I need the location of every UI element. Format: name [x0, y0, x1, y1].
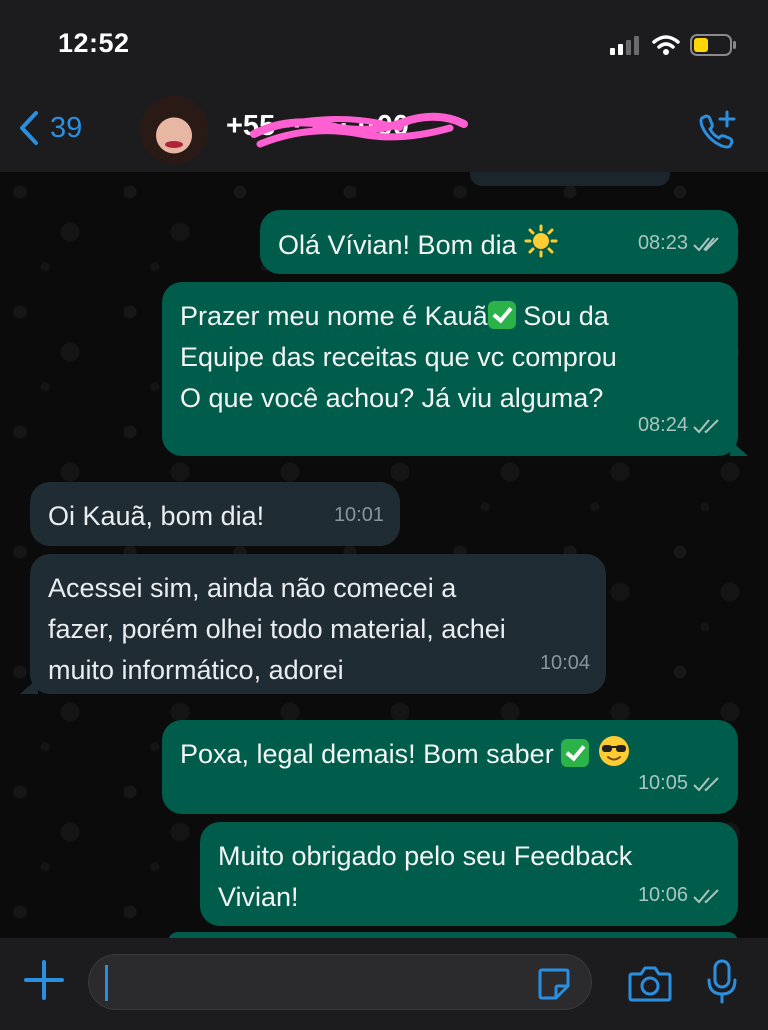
chevron-left-icon — [20, 111, 38, 145]
bubble-tail — [730, 440, 748, 456]
message-meta: 08:23 — [638, 223, 722, 264]
sunglasses-face-emoji-icon — [598, 736, 629, 766]
message-time: 10:01 — [333, 504, 384, 526]
sticker-icon[interactable] — [536, 966, 572, 1002]
message-bubble-incoming[interactable]: Oi Kauã, bom dia! 10:01 — [30, 482, 400, 546]
previous-message-edge — [470, 172, 670, 186]
text-cursor — [105, 965, 108, 1001]
message-text: Poxa, legal demais! Bom saber — [180, 739, 554, 769]
message-input[interactable] — [88, 954, 592, 1010]
message-meta: 10:04 — [540, 643, 590, 684]
read-receipt-icon — [693, 236, 719, 251]
message-text: Olá Vívian! Bom dia — [278, 230, 517, 260]
camera-icon[interactable] — [628, 964, 672, 1002]
microphone-icon[interactable] — [706, 958, 738, 1006]
avatar[interactable] — [140, 96, 208, 164]
message-time: 10:06 — [637, 884, 688, 906]
wifi-icon — [652, 35, 680, 55]
read-receipt-icon — [693, 418, 719, 433]
message-line: Muito obrigado pelo seu Feedback — [218, 841, 633, 871]
redaction-scribble — [250, 112, 468, 148]
message-time: 10:04 — [539, 652, 590, 674]
status-bar: 12:52 — [0, 0, 768, 90]
add-call-icon[interactable] — [694, 108, 740, 154]
status-time: 12:52 — [58, 28, 130, 58]
unread-count: 39 — [50, 111, 83, 144]
message-bubble-outgoing[interactable]: Prazer meu nome é Kauã Sou da Equipe das… — [162, 282, 748, 456]
sun-emoji-icon — [524, 224, 558, 258]
message-bubble-outgoing[interactable]: Olá Vívian! Bom dia 08:23 — [260, 210, 738, 274]
message-meta: 10:06 — [638, 875, 722, 916]
message-meta: 10:05 — [638, 763, 722, 804]
check-mark-emoji-icon — [487, 301, 516, 329]
message-time: 08:24 — [637, 414, 688, 436]
status-icons — [610, 34, 738, 56]
signal-icon — [610, 36, 639, 55]
input-bar — [0, 938, 768, 1030]
message-time: 10:05 — [637, 772, 688, 794]
plus-icon[interactable] — [22, 958, 66, 1002]
message-line: muito informático, adorei — [48, 655, 344, 685]
message-bubble-outgoing[interactable]: Poxa, legal demais! Bom saber 10:05 — [162, 720, 738, 814]
check-mark-emoji-icon — [561, 739, 590, 767]
message-line: Equipe das receitas que vc comprou — [180, 342, 617, 372]
chat-area[interactable]: Olá Vívian! Bom dia 08:23 Prazer meu nom… — [0, 172, 768, 938]
read-receipt-icon — [693, 888, 719, 903]
message-line-text: Prazer meu nome é Kauã — [180, 301, 488, 331]
message-line: Prazer meu nome é Kauã Sou da — [180, 296, 720, 337]
avatar-lips — [165, 141, 183, 148]
message-bubble-outgoing[interactable]: Muito obrigado pelo seu Feedback Vivian!… — [200, 822, 738, 926]
battery-icon — [690, 34, 736, 56]
message-line: Acessei sim, ainda não comecei a — [48, 573, 457, 603]
bubble-tail — [20, 678, 38, 694]
back-button[interactable]: 39 — [18, 110, 82, 146]
message-meta: 10:01 — [334, 495, 384, 536]
message-line-suffix: Sou da — [523, 301, 609, 331]
message-text: Oi Kauã, bom dia! — [48, 501, 265, 531]
message-time: 08:23 — [637, 232, 688, 254]
message-bubble-incoming[interactable]: Acessei sim, ainda não comecei a fazer, … — [20, 554, 606, 694]
read-receipt-icon — [693, 776, 719, 791]
message-line: fazer, porém olhei todo material, achei — [48, 614, 506, 644]
message-meta: 08:24 — [638, 405, 722, 446]
